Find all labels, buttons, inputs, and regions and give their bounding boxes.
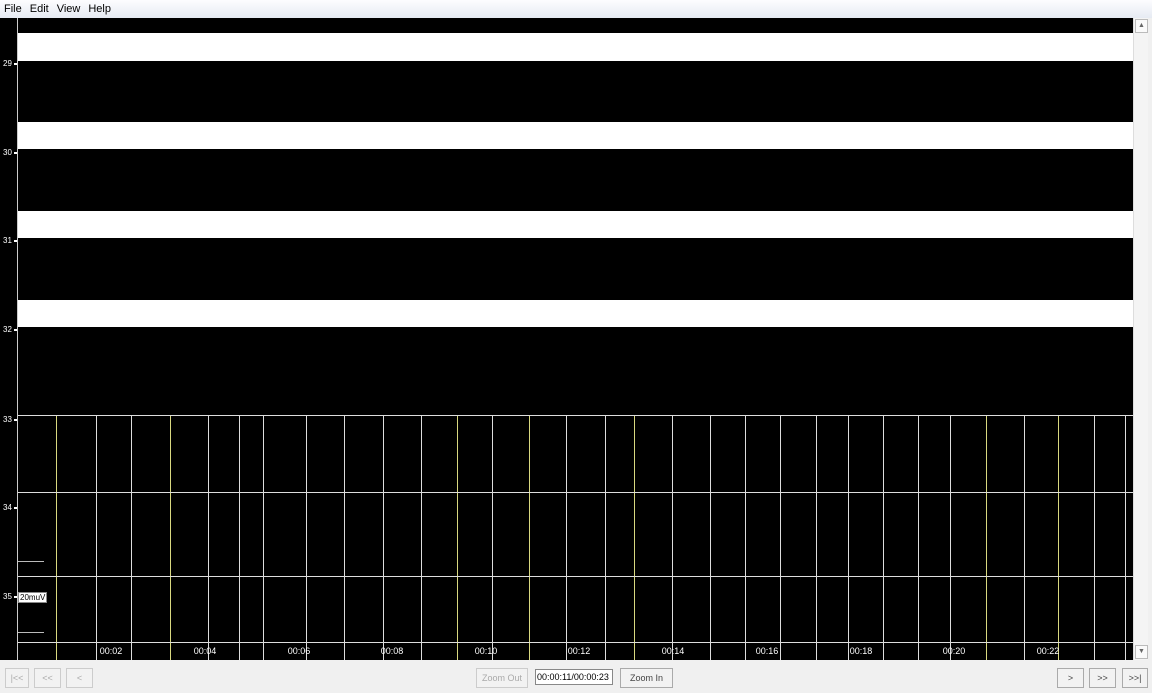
time-label: 00:20 bbox=[942, 646, 966, 656]
grid-line bbox=[848, 415, 849, 660]
grid-line bbox=[131, 415, 132, 660]
menu-view[interactable]: View bbox=[53, 3, 85, 15]
menu-file[interactable]: File bbox=[0, 3, 26, 15]
last-button[interactable]: >>| bbox=[1122, 668, 1148, 688]
channel-label: 32 bbox=[3, 325, 17, 334]
scroll-down-icon[interactable]: ▼ bbox=[1135, 645, 1148, 659]
time-label: 00:16 bbox=[755, 646, 779, 656]
grid-line bbox=[672, 415, 673, 660]
grid-line bbox=[745, 415, 746, 660]
signal-plot[interactable]: 20muV 00:02 00:04 00:06 00:08 00:10 00:1… bbox=[17, 18, 1133, 660]
next-page-button[interactable]: >> bbox=[1089, 668, 1116, 688]
signal-band bbox=[18, 211, 1133, 238]
grid-line bbox=[239, 415, 240, 660]
menu-bar: File Edit View Help bbox=[0, 0, 1152, 18]
time-label: 00:22 bbox=[1036, 646, 1060, 656]
grid-line bbox=[421, 415, 422, 660]
grid-line bbox=[492, 415, 493, 660]
time-label: 00:14 bbox=[661, 646, 685, 656]
scale-bar-bottom bbox=[18, 632, 44, 633]
time-label: 00:12 bbox=[567, 646, 591, 656]
grid-line bbox=[710, 415, 711, 660]
grid-line bbox=[816, 415, 817, 660]
grid-line bbox=[306, 415, 307, 660]
time-label: 00:04 bbox=[193, 646, 217, 656]
scale-label: 20muV bbox=[18, 592, 48, 603]
signal-band bbox=[18, 122, 1133, 149]
scale-bar-top bbox=[18, 561, 44, 562]
grid-line bbox=[208, 415, 209, 660]
grid-line bbox=[18, 492, 1133, 493]
grid-line bbox=[780, 415, 781, 660]
grid-line bbox=[263, 415, 264, 660]
time-label: 00:08 bbox=[380, 646, 404, 656]
grid-line bbox=[605, 415, 606, 660]
channel-label: 30 bbox=[3, 148, 17, 157]
prev-button[interactable]: < bbox=[66, 668, 93, 688]
menu-edit[interactable]: Edit bbox=[26, 3, 53, 15]
grid-line bbox=[529, 415, 530, 660]
grid-line bbox=[634, 415, 635, 660]
scroll-up-icon[interactable]: ▲ bbox=[1135, 19, 1148, 33]
time-position-field[interactable]: 00:00:11/00:00:23 bbox=[535, 669, 613, 685]
channel-label-column: 29 30 31 32 33 34 35 bbox=[0, 18, 17, 660]
grid-line bbox=[1058, 415, 1059, 660]
time-label: 00:18 bbox=[849, 646, 873, 656]
channel-label: 33 bbox=[3, 415, 17, 424]
grid-line bbox=[18, 415, 1133, 416]
grid-line bbox=[918, 415, 919, 660]
grid-line bbox=[56, 415, 57, 660]
grid-line bbox=[883, 415, 884, 660]
grid-line bbox=[986, 415, 987, 660]
grid-line bbox=[18, 576, 1133, 577]
menu-help[interactable]: Help bbox=[84, 3, 115, 15]
next-button[interactable]: > bbox=[1057, 668, 1084, 688]
grid-line bbox=[566, 415, 567, 660]
grid-line bbox=[96, 415, 97, 660]
grid-line bbox=[383, 415, 384, 660]
zoom-out-button[interactable]: Zoom Out bbox=[476, 668, 528, 688]
signal-band bbox=[18, 33, 1133, 61]
time-label: 00:06 bbox=[287, 646, 311, 656]
first-button[interactable]: |<< bbox=[5, 668, 29, 688]
time-label: 00:02 bbox=[99, 646, 123, 656]
prev-page-button[interactable]: << bbox=[34, 668, 61, 688]
grid-line bbox=[1024, 415, 1025, 660]
grid-line bbox=[457, 415, 458, 660]
channel-label: 35 bbox=[3, 592, 17, 601]
grid-line bbox=[950, 415, 951, 660]
zoom-in-button[interactable]: Zoom In bbox=[620, 668, 673, 688]
grid-line bbox=[1094, 415, 1095, 660]
grid-line bbox=[170, 415, 171, 660]
grid-line bbox=[344, 415, 345, 660]
channel-label: 34 bbox=[3, 503, 17, 512]
grid-line bbox=[1125, 415, 1126, 660]
channel-label: 31 bbox=[3, 236, 17, 245]
time-label: 00:10 bbox=[474, 646, 498, 656]
vertical-scrollbar[interactable]: ▲ ▼ bbox=[1133, 18, 1148, 660]
signal-band bbox=[18, 300, 1133, 327]
grid-line bbox=[18, 642, 1133, 643]
channel-label: 29 bbox=[3, 59, 17, 68]
